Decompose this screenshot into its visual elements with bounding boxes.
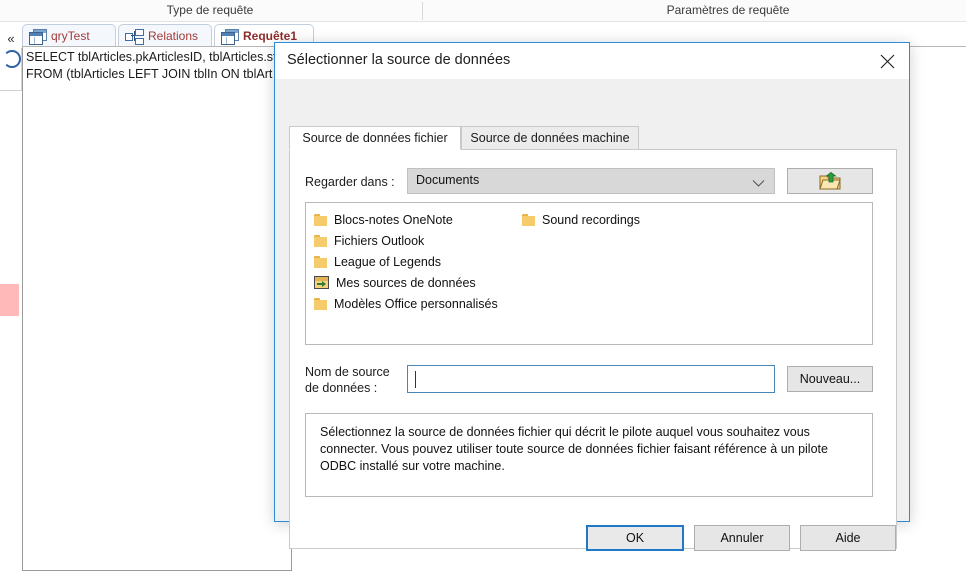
text-caret <box>415 371 416 388</box>
list-item-label: Fichiers Outlook <box>334 233 425 248</box>
new-button[interactable]: Nouveau... <box>787 366 873 392</box>
list-item[interactable]: Mes sources de données <box>310 272 520 293</box>
sql-line: SELECT tblArticles.pkArticlesID, tblArti… <box>26 50 277 64</box>
list-item-label: League of Legends <box>334 254 442 269</box>
close-icon[interactable] <box>865 43 909 79</box>
chevron-down-icon[interactable] <box>752 177 765 191</box>
list-item-label: Modèles Office personnalisés <box>334 296 498 311</box>
description-text: Sélectionnez la source de données fichie… <box>320 425 828 473</box>
query-datasheet-icon <box>221 28 239 45</box>
look-in-combobox[interactable]: Documents <box>407 168 775 194</box>
file-list-column-1: Blocs-notes OneNote Fichiers Outlook Lea… <box>310 209 520 314</box>
folder-icon <box>314 297 327 310</box>
help-button[interactable]: Aide <box>800 525 896 551</box>
document-tab-qrytest[interactable]: qryTest <box>22 24 116 46</box>
folder-icon <box>314 234 327 247</box>
data-source-folder-icon <box>314 276 329 289</box>
list-item-label: Blocs-notes OneNote <box>334 212 453 227</box>
document-tab-label: Requête1 <box>243 28 298 43</box>
relations-icon <box>125 28 144 45</box>
file-browser-list[interactable]: Blocs-notes OneNote Fichiers Outlook Lea… <box>305 202 873 345</box>
document-tab-relations[interactable]: Relations <box>118 24 212 46</box>
refresh-circle-icon[interactable] <box>3 50 21 68</box>
folder-icon <box>314 213 327 226</box>
folder-icon <box>522 213 535 226</box>
list-item-label: Mes sources de données <box>336 275 476 290</box>
dialog-title-bar: Sélectionner la source de données <box>275 43 909 79</box>
data-source-name-label-line2: de données : <box>305 381 378 395</box>
dialog-footer: OK Annuler Aide <box>275 517 909 559</box>
list-item[interactable]: Blocs-notes OneNote <box>310 209 520 230</box>
navigation-pane-marker <box>0 284 19 316</box>
description-box: Sélectionnez la source de données fichie… <box>305 413 873 497</box>
look-in-label: Regarder dans : <box>305 175 395 189</box>
tab-machine-data-source[interactable]: Source de données machine <box>461 126 639 150</box>
data-source-name-input[interactable] <box>407 365 775 393</box>
sql-line: FROM (tblArticles LEFT JOIN tblIn ON tbl… <box>26 67 273 81</box>
ribbon-group-label-query-type: Type de requête <box>166 3 254 17</box>
ok-button[interactable]: OK <box>586 525 684 551</box>
list-item[interactable]: Sound recordings <box>518 209 738 230</box>
list-item[interactable]: Modèles Office personnalisés <box>310 293 520 314</box>
folder-icon <box>314 255 327 268</box>
navigation-pane-collapsed[interactable]: « <box>0 24 23 570</box>
sql-editor[interactable]: SELECT tblArticles.pkArticlesID, tblArti… <box>22 47 292 571</box>
dialog-title: Sélectionner la source de données <box>287 52 511 68</box>
data-source-name-label-line1: Nom de source <box>305 365 390 379</box>
file-list-column-2: Sound recordings <box>518 209 738 230</box>
list-item-label: Sound recordings <box>542 212 640 227</box>
ribbon-group-strip: Type de requête Paramètres de requête <box>0 0 966 22</box>
query-datasheet-icon <box>29 28 47 45</box>
document-tab-label: Relations <box>148 28 199 43</box>
dialog-body: Source de données fichier Source de donn… <box>275 79 909 551</box>
select-data-source-dialog: Sélectionner la source de données Source… <box>274 42 910 551</box>
list-item[interactable]: League of Legends <box>310 251 520 272</box>
collapse-chevron-icon[interactable]: « <box>4 32 18 46</box>
tab-file-data-source[interactable]: Source de données fichier <box>289 126 461 150</box>
folder-up-icon[interactable] <box>787 168 873 194</box>
ribbon-group-divider <box>422 2 423 20</box>
list-item[interactable]: Fichiers Outlook <box>310 230 520 251</box>
document-tab-label: qryTest <box>51 28 90 43</box>
cancel-button[interactable]: Annuler <box>694 525 790 551</box>
ribbon-group-label-query-parameters: Paramètres de requête <box>666 3 790 17</box>
look-in-value: Documents <box>416 173 480 187</box>
data-source-name-label: Nom de source de données : <box>305 364 405 396</box>
